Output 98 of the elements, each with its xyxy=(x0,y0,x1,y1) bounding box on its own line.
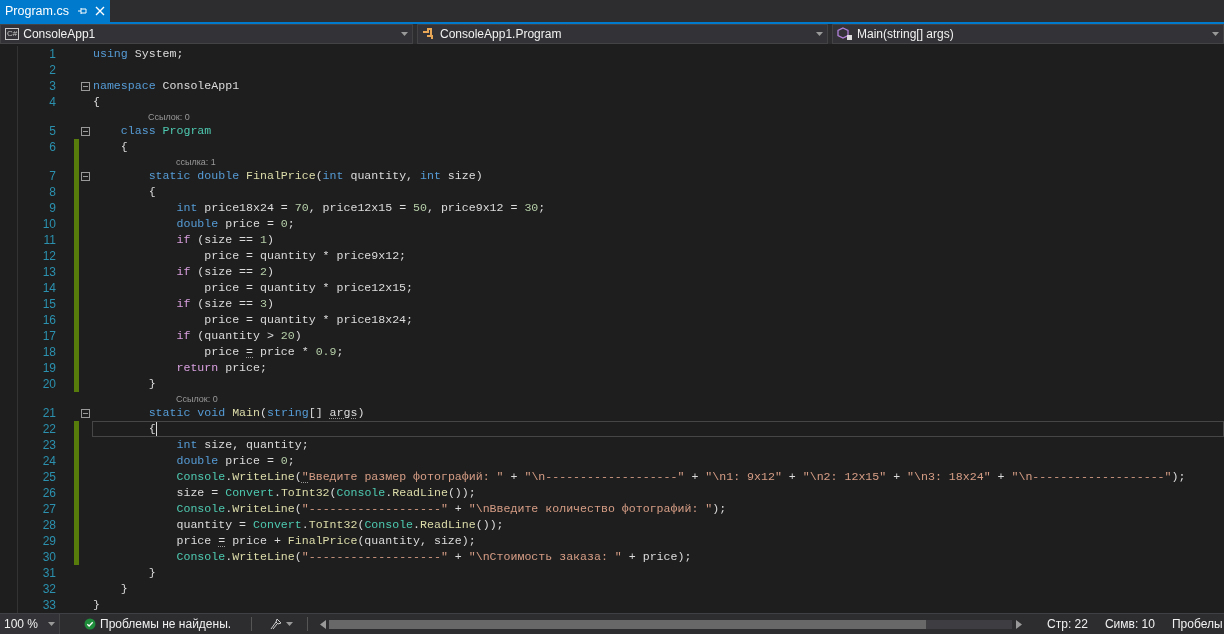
code-line: static double FinalPrice(int quantity, int size) xyxy=(147,169,483,183)
line-number: 17 xyxy=(42,329,56,343)
caret-icon xyxy=(286,622,294,626)
code-line: price = quantity * price12x15; xyxy=(203,281,414,295)
line-number: 32 xyxy=(42,582,56,596)
code-line: } xyxy=(147,566,156,580)
horizontal-scrollbar[interactable] xyxy=(329,619,1013,629)
line-number: 14 xyxy=(42,281,56,295)
code-line: { xyxy=(93,95,100,109)
line-number: 28 xyxy=(42,518,56,532)
cleanup-dropdown[interactable] xyxy=(270,618,294,630)
collapse-icon[interactable] xyxy=(81,126,90,136)
line-number: 21 xyxy=(42,406,56,420)
code-line: { xyxy=(119,140,128,154)
line-number: 30 xyxy=(42,550,56,564)
line-number: 5 xyxy=(49,124,56,138)
line-number: 29 xyxy=(42,534,56,548)
collapse-icon[interactable] xyxy=(81,171,90,181)
code-line: Console.WriteLine("-------------------" + "\nСтоимость заказа: " + price); xyxy=(175,550,692,564)
line-number: 19 xyxy=(42,361,56,375)
line-number: 22 xyxy=(42,422,56,436)
navigation-dropdown[interactable]: Main(string[] args) xyxy=(832,24,1224,44)
line-number: 7 xyxy=(49,169,56,183)
line-number: 13 xyxy=(42,265,56,279)
line-number: 16 xyxy=(42,313,56,327)
line-number: 26 xyxy=(42,486,56,500)
close-icon[interactable] xyxy=(94,6,105,16)
code-line: namespace ConsoleApp1 xyxy=(93,79,240,93)
scroll-right-icon[interactable] xyxy=(1016,619,1023,629)
code-line: int price18x24 = 70, price12x15 = 50, price9x12 = 30; xyxy=(175,201,546,215)
code-line: class Program xyxy=(119,124,212,138)
caret-icon xyxy=(401,32,408,36)
indentation-mode[interactable]: Пробелы xyxy=(1171,615,1223,633)
csharp-file-icon: C# xyxy=(5,28,20,40)
caret-icon xyxy=(816,32,823,36)
caret-icon xyxy=(1212,32,1219,36)
code-line: static void Main(string[] args) xyxy=(147,406,365,420)
line-number: 8 xyxy=(49,185,56,199)
check-circle-icon xyxy=(84,618,96,630)
line-position: Стр: 22 xyxy=(1047,616,1088,633)
code-line: using System; xyxy=(93,47,184,61)
line-number: 3 xyxy=(49,79,56,93)
line-number: 18 xyxy=(42,345,56,359)
line-number: 6 xyxy=(49,140,56,154)
code-line: double price = 0; xyxy=(175,217,295,231)
code-line: price = quantity * price9x12; xyxy=(203,249,407,263)
line-number: 23 xyxy=(42,438,56,452)
class-icon xyxy=(422,28,436,40)
code-line: { xyxy=(147,422,156,436)
code-line: if (quantity > 20) xyxy=(175,329,302,343)
navigation-dropdown[interactable]: ConsoleApp1.Program xyxy=(417,24,828,44)
code-line: Console.WriteLine("-------------------" + "\nВведите количество фотографий: "); xyxy=(175,502,727,516)
line-number: 12 xyxy=(42,249,56,263)
code-line: { xyxy=(147,185,156,199)
reference-count-link[interactable]: Ссылок: 0 xyxy=(148,110,190,123)
line-number: 24 xyxy=(42,454,56,468)
column-position: Симв: 10 xyxy=(1104,616,1155,633)
zoom-dropdown[interactable]: 100 % xyxy=(0,614,60,634)
navigation-dropdown[interactable]: C# ConsoleApp1 xyxy=(0,24,413,44)
pin-icon[interactable] xyxy=(76,6,87,16)
reference-count-link[interactable]: Ссылок: 0 xyxy=(176,392,218,405)
line-number: 4 xyxy=(49,95,56,109)
line-number: 27 xyxy=(42,502,56,516)
code-line: price = price + FinalPrice(quantity, size); xyxy=(175,534,476,548)
code-line: price = price * 0.9; xyxy=(203,345,344,359)
code-line: } xyxy=(93,598,100,612)
code-line: Console.WriteLine("Введите размер фотографий: " + "\n-------------------" + "\n1: 9x12" + "\n2: 12x15" + "\n3: 18x24" + "\n-------------------"); xyxy=(175,470,1186,484)
reference-count-link[interactable]: ссылка: 1 xyxy=(176,155,216,168)
file-tab[interactable]: Program.cs xyxy=(0,0,110,22)
line-number: 9 xyxy=(49,201,56,215)
code-line: } xyxy=(119,582,128,596)
brush-icon xyxy=(270,618,283,630)
code-line: int size, quantity; xyxy=(175,438,309,452)
line-number: 10 xyxy=(42,217,56,231)
code-line: double price = 0; xyxy=(175,454,295,468)
collapse-icon[interactable] xyxy=(81,408,90,418)
code-line: if (size == 1) xyxy=(175,233,274,247)
line-number: 15 xyxy=(42,297,56,311)
line-number: 2 xyxy=(49,63,56,77)
code-line: size = Convert.ToInt32(Console.ReadLine()); xyxy=(175,486,476,500)
line-number: 33 xyxy=(42,598,56,612)
code-line: if (size == 2) xyxy=(175,265,274,279)
line-number: 25 xyxy=(42,470,56,484)
problems-status[interactable]: Проблемы не найдены. xyxy=(100,615,232,633)
line-number: 20 xyxy=(42,377,56,391)
line-number: 1 xyxy=(49,47,56,61)
collapse-icon[interactable] xyxy=(81,81,90,91)
cube-icon xyxy=(837,27,853,41)
line-number: 31 xyxy=(42,566,56,580)
code-line: if (size == 3) xyxy=(175,297,274,311)
line-number: 11 xyxy=(43,233,56,247)
text-cursor xyxy=(155,422,157,436)
scroll-left-icon[interactable] xyxy=(320,619,327,629)
code-line: quantity = Convert.ToInt32(Console.ReadLine()); xyxy=(175,518,504,532)
code-line: price = quantity * price18x24; xyxy=(203,313,414,327)
caret-icon xyxy=(48,622,55,626)
code-line: return price; xyxy=(175,361,267,375)
code-line: } xyxy=(147,377,156,391)
